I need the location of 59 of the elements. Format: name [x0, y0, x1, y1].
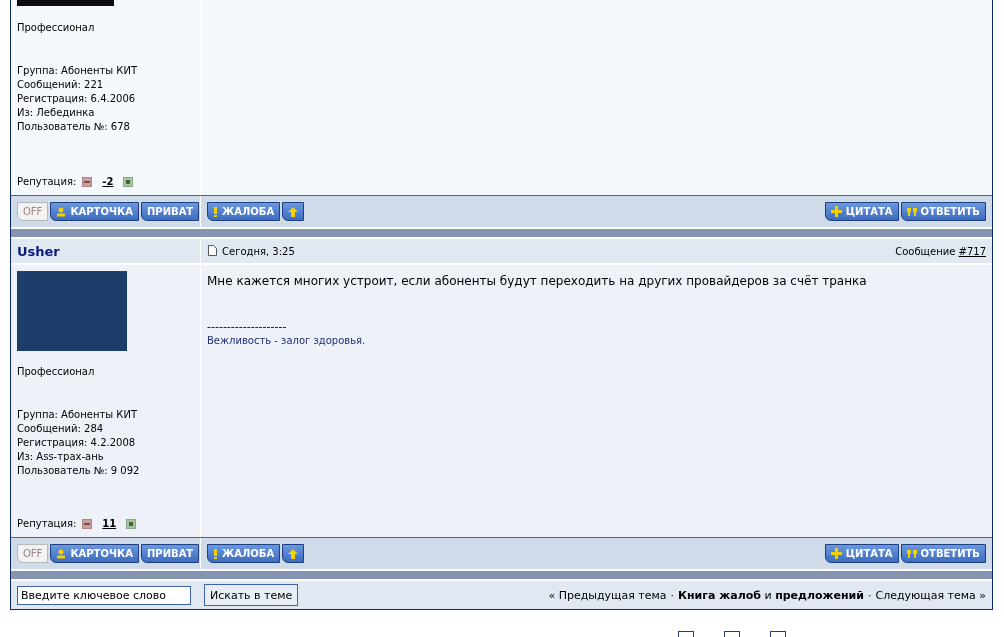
profile-button[interactable]: КАРТОЧКА	[50, 544, 139, 563]
reply-button[interactable]: ОТВЕТИТЬ	[900, 202, 986, 221]
search-field[interactable]: Введите ключевое слово	[17, 585, 191, 605]
minus-icon	[82, 518, 93, 529]
forum-link[interactable]: Книга жалоб и предложений	[678, 588, 864, 602]
person-icon	[56, 548, 67, 559]
next-topic-link[interactable]: Следующая тема »	[875, 588, 986, 602]
exclamation-icon	[213, 206, 218, 217]
report-button[interactable]: ЖАЛОБА	[207, 202, 281, 221]
document-icon	[207, 245, 218, 257]
reputation-label: Репутация:	[17, 176, 77, 187]
user-info-line: Группа: Абоненты КИТ	[17, 64, 139, 78]
private-message-button[interactable]: ПРИВАТ	[140, 544, 200, 563]
plus-sign-icon	[830, 206, 842, 217]
scroll-top-button[interactable]	[282, 544, 305, 563]
reputation-value[interactable]: -2	[102, 176, 114, 187]
user-info-line: Регистрация: 4.2.2008	[17, 436, 137, 450]
minus-icon	[82, 176, 93, 187]
user-rank: Профессионал	[17, 365, 96, 379]
user-info-line: Пользователь №: 9 092	[17, 464, 141, 478]
report-button[interactable]: ЖАЛОБА	[207, 544, 281, 563]
nav-separator: ·	[670, 588, 674, 602]
quote-button[interactable]: ЦИТАТА	[824, 544, 899, 563]
user-info-line: Из: Лебединка	[17, 106, 96, 120]
plus-sign-icon	[830, 548, 842, 559]
signature-text: Вежливость - залог здоровья.	[207, 335, 367, 346]
reply-button[interactable]: ОТВЕТИТЬ	[900, 544, 986, 563]
user-info-line: Пользователь №: 678	[17, 120, 131, 134]
post-text: Мне кажется многих устроит, если абоненты будут переходить на других провайдеров за счёт транка	[207, 273, 868, 289]
exclamation-icon	[213, 548, 218, 559]
author-name[interactable]: Usher	[17, 243, 60, 259]
user-info-line: Регистрация: 6.4.2006	[17, 92, 137, 106]
user-info-line: Из: Ass-трах-ань	[17, 450, 105, 464]
online-status-button[interactable]: OFF	[17, 544, 49, 563]
user-info-line: Сообщений: 221	[17, 78, 105, 92]
post-number-label: Сообщение	[895, 245, 957, 257]
quote-marks-icon	[906, 548, 917, 559]
up-arrow-icon	[288, 206, 299, 217]
post-date: Сегодня, 3:25	[222, 245, 295, 257]
user-rank: Профессионал	[17, 21, 96, 35]
plus-icon	[126, 518, 137, 529]
user-info-line: Сообщений: 284	[17, 422, 105, 436]
person-icon	[56, 206, 67, 217]
quote-marks-icon	[906, 206, 917, 217]
reputation-value[interactable]: 11	[102, 518, 117, 529]
up-arrow-icon	[288, 548, 299, 559]
signature-rule: --------------------	[207, 320, 288, 333]
post-number-link[interactable]: #717	[958, 245, 986, 257]
online-status-button[interactable]: OFF	[17, 202, 49, 221]
previous-topic-link[interactable]: « Предыдущая тема	[548, 588, 667, 602]
search-topic-button[interactable]: Искать в теме	[204, 584, 299, 606]
quote-button[interactable]: ЦИТАТА	[824, 202, 899, 221]
profile-button[interactable]: КАРТОЧКА	[50, 202, 139, 221]
scroll-top-button[interactable]	[282, 202, 305, 221]
nav-separator: ·	[868, 588, 872, 602]
plus-icon	[123, 176, 134, 187]
reputation-label: Репутация:	[17, 518, 77, 529]
private-message-button[interactable]: ПРИВАТ	[140, 202, 200, 221]
user-info-line: Группа: Абоненты КИТ	[17, 408, 139, 422]
